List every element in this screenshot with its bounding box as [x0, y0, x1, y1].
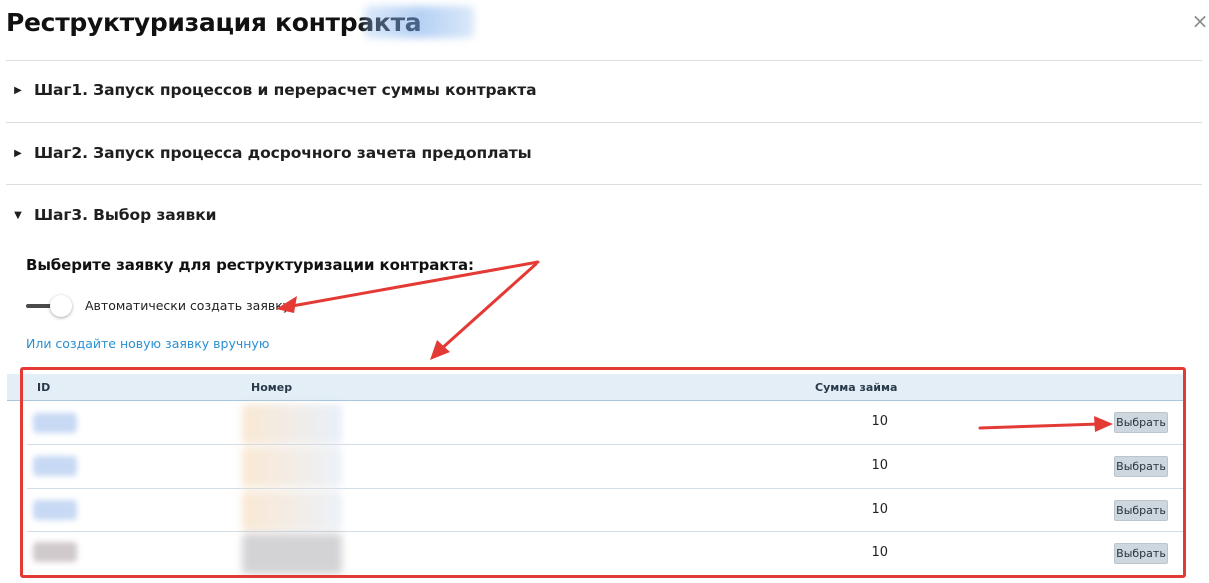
step-1-label: Шаг1. Запуск процессов и перерасчет сумм…: [34, 81, 537, 99]
step-2-header[interactable]: ▶ Шаг2. Запуск процесса досрочного зачет…: [12, 142, 532, 164]
close-icon[interactable]: ×: [1191, 10, 1209, 32]
caret-down-icon: ▼: [14, 209, 22, 221]
arrow-to-table: [438, 262, 538, 352]
divider: [6, 122, 1202, 123]
step-3-label: Шаг3. Выбор заявки: [34, 206, 217, 224]
auto-create-label: Автоматически создать заявку: [85, 298, 291, 313]
create-manually-link[interactable]: Или создайте новую заявку вручную: [26, 336, 269, 351]
annotation-highlight-box: [20, 367, 1186, 578]
restructuring-dialog: Реструктуризация контракта × ▶ Шаг1. Зап…: [0, 0, 1209, 583]
auto-create-toggle[interactable]: [26, 295, 74, 317]
divider: [6, 60, 1202, 61]
redacted-contract-number: [364, 6, 474, 38]
arrowhead: [430, 340, 450, 360]
step-1-header[interactable]: ▶ Шаг1. Запуск процессов и перерасчет су…: [12, 79, 537, 101]
select-request-heading: Выберите заявку для реструктуризации кон…: [26, 256, 474, 274]
divider: [6, 184, 1202, 185]
toggle-knob: [50, 295, 72, 317]
caret-right-icon: ▶: [14, 147, 22, 159]
caret-right-icon: ▶: [14, 84, 22, 96]
dialog-title: Реструктуризация контракта: [6, 8, 422, 37]
step-3-header[interactable]: ▼ Шаг3. Выбор заявки: [12, 204, 216, 226]
step-2-label: Шаг2. Запуск процесса досрочного зачета …: [34, 144, 532, 162]
